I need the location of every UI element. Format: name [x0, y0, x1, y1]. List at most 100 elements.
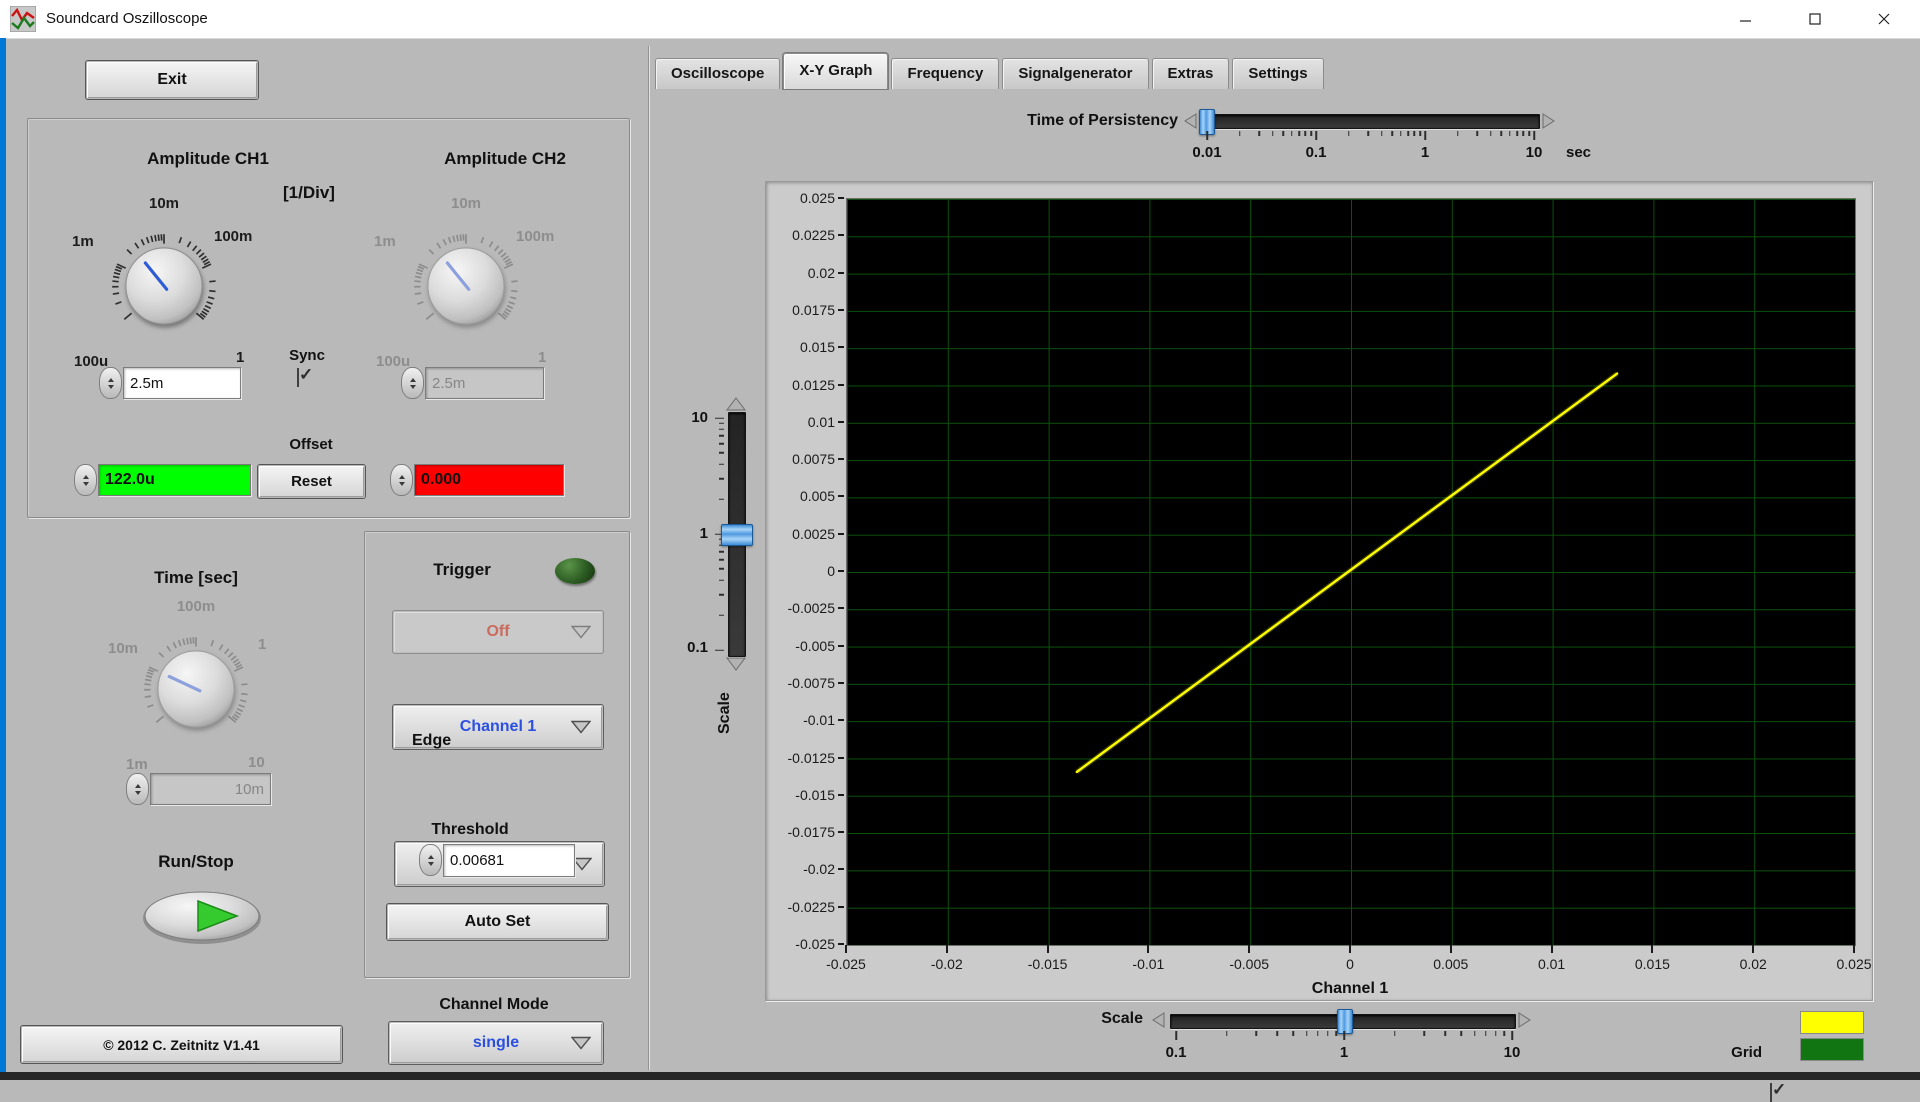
vscale-tick-label: 10 [668, 409, 708, 426]
ch2-value-field[interactable]: 2.5m [425, 367, 544, 399]
trigger-panel: Trigger Off Channel 1 Edge rising Thresh… [364, 531, 630, 978]
knob-tick-label: 100u [74, 353, 108, 370]
persistency-tick-strip [1207, 131, 1534, 143]
ch1-value-spinner[interactable] [99, 367, 122, 399]
ch1-offset-spinner[interactable] [74, 464, 97, 496]
channel-mode-dropdown[interactable]: single [389, 1022, 603, 1064]
time-value-field[interactable]: 10m [150, 773, 271, 805]
knob-tick-label: 1 [258, 636, 266, 653]
time-knob[interactable]: 100m 10m 1 1m 10 [96, 594, 296, 789]
slider-left-arrow[interactable] [1184, 113, 1198, 129]
trigger-mode-value: Off [486, 623, 509, 641]
minimize-icon [1740, 13, 1752, 25]
maximize-button[interactable] [1792, 0, 1838, 38]
copyright-button[interactable]: © 2012 C. Zeitnitz V1.41 [21, 1026, 342, 1063]
xy-plot-area [846, 198, 1856, 946]
hscale-tick-label: 1 [1314, 1044, 1374, 1061]
persistency-slider-handle[interactable] [1199, 109, 1215, 135]
title-bar: Soundcard Oszilloscope [0, 0, 1920, 39]
knob-tick-label: 100m [516, 228, 554, 245]
slider-right-arrow[interactable] [1541, 113, 1555, 129]
channel-mode-label: Channel Mode [404, 996, 584, 1014]
channel-mode-value: single [473, 1034, 519, 1052]
knob-tick-label: 1 [538, 349, 546, 366]
minimize-button[interactable] [1723, 0, 1769, 38]
trigger-title: Trigger [407, 560, 517, 580]
hscale-tick-label: 10 [1482, 1044, 1542, 1061]
ch2-offset-spinner[interactable] [390, 464, 413, 496]
panel-divider [648, 46, 649, 1070]
threshold-spinner[interactable] [419, 844, 442, 876]
tab-signalgenerator[interactable]: Signalgenerator [1002, 58, 1148, 89]
auto-set-button[interactable]: Auto Set [387, 904, 608, 940]
knob-tick-label: 10m [108, 640, 138, 657]
vscale-slider-handle[interactable] [721, 524, 753, 546]
y-axis-labels: 0.0250.02250.020.01750.0150.01250.010.00… [766, 198, 844, 944]
tab-bar: Oscilloscope X-Y Graph Frequency Signalg… [655, 58, 1324, 89]
vscale-up-arrow[interactable] [726, 397, 746, 412]
hscale-right-arrow[interactable] [1517, 1012, 1531, 1028]
hscale-label: Scale [1048, 1010, 1143, 1028]
persistency-tick-label: 0.1 [1286, 144, 1346, 161]
ch2-offset-field[interactable]: 0.000 [414, 464, 564, 496]
app-icon [10, 6, 36, 32]
tab-oscilloscope[interactable]: Oscilloscope [655, 58, 780, 89]
hscale-slider-handle[interactable] [1337, 1009, 1353, 1034]
xy-trace [847, 199, 1855, 945]
amplitude-ch1-label: Amplitude CH1 [98, 149, 318, 169]
amplitude-ch2-knob[interactable]: 10m 1m 100m 100u 1 [366, 191, 566, 386]
app-window: Soundcard Oszilloscope Exit Oscilloscope… [0, 0, 1920, 1080]
persistency-tick-label: 10 [1504, 144, 1564, 161]
threshold-label: Threshold [405, 821, 535, 839]
hscale-left-arrow[interactable] [1152, 1012, 1166, 1028]
persistency-label: Time of Persistency [978, 112, 1178, 130]
time-label: Time [sec] [116, 568, 276, 588]
offset-label: Offset [271, 436, 351, 453]
ch1-offset-field[interactable]: 122.0u [98, 464, 251, 496]
knob-tick-label: 10 [248, 754, 265, 771]
tab-frequency[interactable]: Frequency [891, 58, 999, 89]
close-button[interactable] [1861, 0, 1907, 38]
x-axis-labels: -0.025-0.02-0.015-0.01-0.00500.0050.010.… [846, 956, 1854, 976]
knob-tick-label: 1m [72, 233, 94, 250]
window-title: Soundcard Oszilloscope [46, 0, 208, 38]
time-value-spinner[interactable] [126, 773, 149, 805]
amplitude-ch2-label: Amplitude CH2 [380, 149, 630, 169]
vscale-down-arrow[interactable] [726, 656, 746, 671]
threshold-field[interactable]: 0.00681 [443, 844, 575, 877]
grid-label: Grid [1714, 1044, 1762, 1061]
tab-extras[interactable]: Extras [1152, 58, 1230, 89]
tab-settings[interactable]: Settings [1232, 58, 1323, 89]
amplitude-ch1-knob[interactable]: 10m 1m 100m 100u 1 [64, 191, 264, 386]
maximize-icon [1809, 13, 1821, 25]
x-axis-ticks [846, 945, 1854, 954]
knob-tick-label: 1m [126, 756, 148, 773]
persistency-slider-track[interactable] [1202, 114, 1540, 129]
knob-tick-label: 100m [166, 598, 226, 615]
chevron-down-icon [571, 1037, 591, 1050]
x-axis-title: Channel 1 [1200, 980, 1500, 998]
grid-color-swatch [1800, 1038, 1864, 1061]
tab-xy-graph[interactable]: X-Y Graph [783, 53, 888, 89]
persistency-tick-label: 1 [1395, 144, 1455, 161]
knob-tick-label: 100u [376, 353, 410, 370]
close-icon [1878, 13, 1890, 25]
trigger-mode-dropdown[interactable]: Off [393, 611, 603, 653]
sync-checkbox[interactable] [297, 368, 299, 387]
run-stop-switch[interactable] [141, 890, 263, 946]
persistency-tick-label: 0.01 [1177, 144, 1237, 161]
vscale-tick-label: 0.1 [668, 639, 708, 656]
ch1-value-field[interactable]: 2.5m [123, 367, 241, 399]
grid-checkbox[interactable] [1770, 1083, 1772, 1102]
xy-graph-widget: 0.0250.02250.020.01750.0150.01250.010.00… [765, 181, 1873, 1001]
knob-tick-label: 1m [374, 233, 396, 250]
window-bottom-border [0, 1072, 1920, 1080]
chevron-down-icon [572, 858, 592, 871]
sync-label: Sync [277, 347, 337, 364]
exit-button[interactable]: Exit [86, 61, 258, 99]
trace-color-swatch [1800, 1011, 1864, 1034]
vscale-tick-label: 1 [668, 525, 708, 542]
hscale-tick-label: 0.1 [1146, 1044, 1206, 1061]
ch2-value-spinner[interactable] [401, 367, 424, 399]
offset-reset-button[interactable]: Reset [258, 465, 365, 498]
